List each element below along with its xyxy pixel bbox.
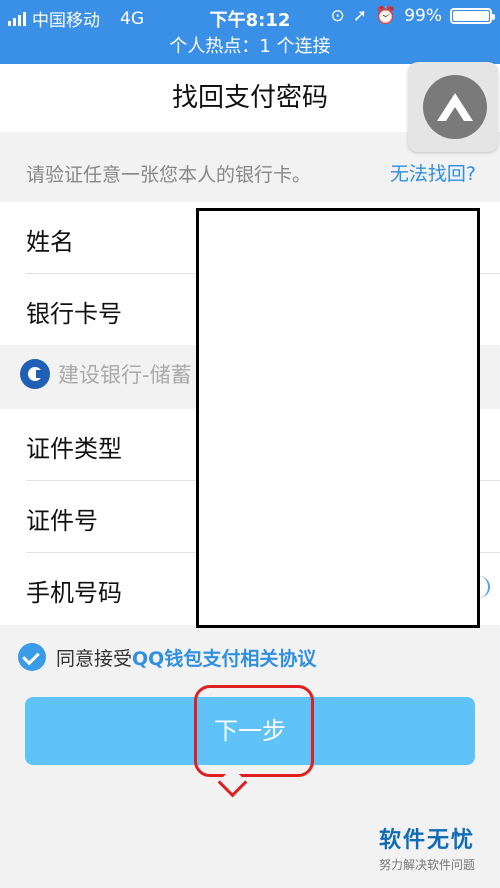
verify-hint: 请验证任意一张您本人的银行卡。 无法找回? (0, 132, 500, 202)
card-number-label: 银行卡号 (26, 300, 122, 328)
bank-name: 建设银行-储蓄 (58, 363, 192, 387)
watermark-subtitle: 努力解决软件问题 (378, 858, 475, 872)
status-bar: 中国移动 4G 下午8:12 ⊙ ➚ ⏰ 99% 个人热点：1 个连接 (0, 0, 500, 64)
redaction-box (196, 208, 480, 628)
app-logo-icon (423, 75, 487, 139)
next-button[interactable]: 下一步 (25, 697, 475, 765)
agreement-link[interactable]: QQ钱包支付相关协议 (132, 644, 316, 671)
agreement-row: 同意接受 QQ钱包支付相关协议 (18, 640, 316, 674)
name-label: 姓名 (26, 228, 74, 256)
watermark-title: 软件无忧 (378, 828, 475, 853)
battery-icon (450, 8, 495, 24)
phone-label: 手机号码 (26, 579, 122, 607)
id-number-label: 证件号 (26, 507, 98, 535)
ccb-bank-icon (20, 359, 50, 389)
agreement-prefix: 同意接受 (56, 647, 133, 670)
cannot-recover-link[interactable]: 无法找回? (390, 159, 476, 186)
id-type-label: 证件类型 (26, 435, 122, 463)
hint-text: 请验证任意一张您本人的银行卡。 (26, 164, 312, 186)
rotation-lock-icon: ⊙ (330, 6, 345, 26)
alarm-icon: ⏰ (375, 6, 397, 26)
location-icon: ➚ (352, 6, 368, 26)
highlight-annotation-tail (217, 767, 248, 798)
agree-checkbox[interactable] (18, 643, 46, 671)
hotspot-banner[interactable]: 个人热点：1 个连接 (0, 32, 500, 58)
watermark: 软件无忧 努力解决软件问题 (372, 822, 482, 873)
battery-percent: 99% (404, 6, 442, 26)
